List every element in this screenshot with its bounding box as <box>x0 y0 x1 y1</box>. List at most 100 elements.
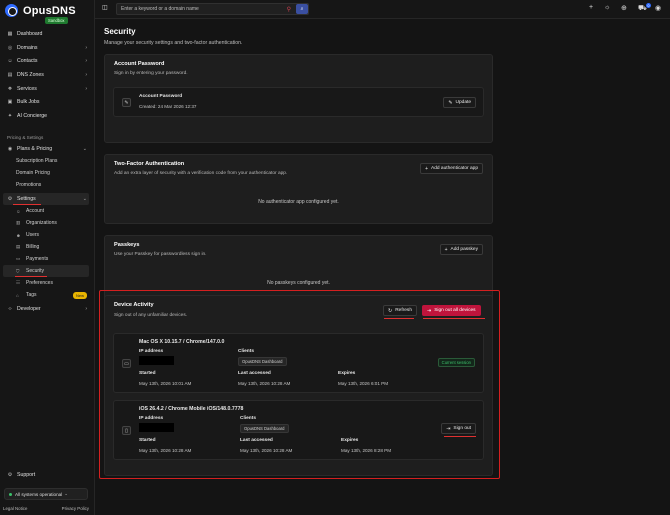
chevron-right-icon: › <box>85 44 87 51</box>
services-icon: ❖ <box>7 85 13 92</box>
search-button[interactable]: ⌕ <box>296 4 308 14</box>
cart-count-badge: 0 <box>646 3 651 8</box>
sidebar-item-subscription-plans[interactable]: Subscription Plans <box>3 155 89 167</box>
bulk-jobs-icon: ▣ <box>7 99 13 106</box>
sidebar-item-security[interactable]: ⛉ Security <box>3 265 89 277</box>
sidebar-item-label: Services <box>17 85 37 92</box>
sidebar-item-support[interactable]: ⚙ Support <box>3 469 89 481</box>
plus-icon[interactable]: + <box>589 4 593 11</box>
search-input[interactable]: Enter a keyword or a domain name ⚲ ⌕ <box>116 3 309 15</box>
sidebar-item-domains[interactable]: ◎ Domains › <box>3 42 89 54</box>
add-passkey-button[interactable]: + Add passkey <box>439 244 483 255</box>
brand-name: OpusDNS <box>23 4 76 17</box>
sidebar-item-billing[interactable]: ▤ Billing <box>3 241 89 253</box>
filter-icon[interactable]: ⚲ <box>287 6 291 13</box>
theme-icon[interactable]: ☼ <box>604 4 610 11</box>
code-icon: ‹› <box>8 306 12 312</box>
card-title: Passkeys <box>114 242 140 248</box>
sidebar: OpusDNS Sandbox ▦ Dashboard ◎ Domains › ☺ Co… <box>0 0 95 515</box>
sidebar-item-domain-pricing[interactable]: Domain Pricing <box>3 167 89 179</box>
legal-notice-link[interactable]: Legal Notice <box>3 506 27 511</box>
sidebar-item-label: Security <box>26 268 45 274</box>
sidebar-item-contacts[interactable]: ☺ Contacts › <box>3 55 89 67</box>
key-icon: ✎ <box>122 98 131 107</box>
system-status[interactable]: All systems operational ⌄ <box>4 488 88 500</box>
sidebar-item-label: Organizations <box>26 220 57 226</box>
user-avatar-icon[interactable]: ◉ <box>655 4 661 12</box>
update-password-button[interactable]: ✎ Update <box>443 97 476 108</box>
password-item-title: Account Password <box>139 94 183 99</box>
brand-logo[interactable]: OpusDNS <box>5 4 76 17</box>
sidebar-item-dns-zones[interactable]: ▤ DNS Zones › <box>3 69 89 81</box>
sidebar-item-label: Preferences <box>26 280 53 286</box>
plus-icon: + <box>444 246 448 253</box>
search-icon: ⌕ <box>300 6 304 12</box>
contacts-icon: ☺ <box>7 58 13 65</box>
organization-icon: ▥ <box>16 220 21 225</box>
plans-icon: ◉ <box>7 146 13 152</box>
support-nav: ⚙ Support <box>3 469 89 481</box>
sidebar-item-bulk-jobs[interactable]: ▣ Bulk Jobs <box>3 96 89 108</box>
password-item: ✎ Account Password Created: 24 Mar 2026 … <box>113 87 484 117</box>
shield-icon: ⛉ <box>16 268 20 274</box>
sidebar-item-preferences[interactable]: ☷ Preferences <box>3 277 89 289</box>
sidebar-item-label: AI Concierge <box>17 113 47 120</box>
chevron-right-icon: › <box>85 58 87 65</box>
sidebar-item-services[interactable]: ❖ Services › <box>3 83 89 95</box>
primary-nav: ▦ Dashboard ◎ Domains › ☺ Contacts › ▤ DNS Zon… <box>3 28 89 122</box>
sidebar-item-organizations[interactable]: ▥ Organizations <box>3 217 89 229</box>
language-icon[interactable]: ⊕ <box>621 4 627 12</box>
settings-nav: Pricing & Settings ◉ Plans & Pricing ⌄ Sub… <box>3 131 89 315</box>
card-description: Use your Passkey for passwordless sign i… <box>114 252 207 257</box>
chevron-down-icon: ⌄ <box>82 196 87 202</box>
opusdns-logo-icon <box>5 4 18 17</box>
card-title: Two-Factor Authentication <box>114 161 185 167</box>
sidebar-item-ai-concierge[interactable]: ✦ AI Concierge <box>3 110 89 122</box>
section-label: Pricing & Settings <box>7 134 44 140</box>
add-authenticator-button[interactable]: + Add authenticator app <box>420 163 483 174</box>
empty-state: No passkeys configured yet. <box>267 280 330 286</box>
footer-links: Legal Notice Privacy Policy <box>3 506 89 511</box>
sidebar-item-label: Billing <box>26 244 40 250</box>
sidebar-item-promotions[interactable]: Promotions <box>3 179 89 191</box>
privacy-policy-link[interactable]: Privacy Policy <box>62 506 89 511</box>
sidebar-item-dashboard[interactable]: ▦ Dashboard <box>3 28 89 40</box>
sidebar-item-users[interactable]: ☻ Users <box>3 229 89 241</box>
chevron-right-icon: › <box>85 72 87 79</box>
payments-icon: ▭ <box>16 256 21 261</box>
card-description: Sign in by entering your password. <box>114 71 188 76</box>
globe-icon: ◎ <box>7 44 13 51</box>
sidebar-item-label: DNS Zones <box>17 72 44 79</box>
tag-icon: ⌂ <box>16 292 19 298</box>
empty-state: No authenticator app configured yet. <box>258 199 339 205</box>
chevron-right-icon: › <box>85 306 87 312</box>
two-factor-card: Two-Factor Authentication Add an extra l… <box>104 154 493 224</box>
sidebar-item-account[interactable]: ☺ Account <box>3 205 89 217</box>
sidebar-item-label: Support <box>17 472 36 478</box>
sidebar-item-label: Domain Pricing <box>16 170 50 176</box>
sidebar-item-label: Settings <box>17 196 36 202</box>
sidebar-item-settings[interactable]: ⚙ Settings ⌄ <box>3 193 89 205</box>
page-subtitle: Manage your security settings and two-fa… <box>104 40 243 46</box>
sidebar-item-plans-pricing[interactable]: ◉ Plans & Pricing ⌄ <box>3 143 89 155</box>
dashboard-icon: ▦ <box>7 31 13 37</box>
sidebar-item-label: Users <box>26 232 40 238</box>
sidebar-item-label: Account <box>26 208 45 214</box>
users-icon: ☻ <box>16 232 21 238</box>
dns-icon: ▤ <box>7 72 13 79</box>
button-label: Update <box>455 100 471 105</box>
user-icon: ☺ <box>16 208 21 214</box>
sidebar-item-tags[interactable]: ⌂ Tags New <box>3 289 89 301</box>
sidebar-toggle-icon[interactable]: ◫ <box>102 4 108 11</box>
billing-icon: ▤ <box>16 244 21 249</box>
preferences-icon: ☷ <box>16 280 21 285</box>
sidebar-item-label: Plans & Pricing <box>17 146 53 152</box>
sidebar-item-payments[interactable]: ▭ Payments <box>3 253 89 265</box>
plus-icon: + <box>425 165 429 172</box>
button-label: Add authenticator app <box>431 166 478 171</box>
status-dot-icon <box>9 492 12 496</box>
sidebar-item-developer[interactable]: ‹› Developer › <box>3 303 89 315</box>
sidebar-item-label: Bulk Jobs <box>17 99 40 106</box>
topbar: ◫ Enter a keyword or a domain name ⚲ ⌕ +… <box>95 0 670 19</box>
annotation-highlight-box <box>99 290 500 479</box>
